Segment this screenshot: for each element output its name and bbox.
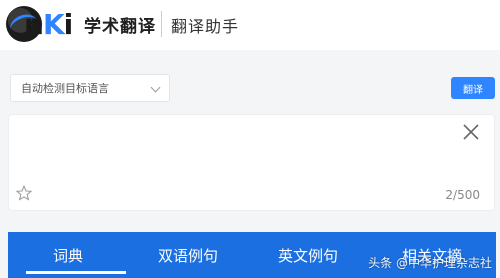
active-tab-indicator xyxy=(26,271,126,274)
close-icon[interactable] xyxy=(462,123,480,141)
translate-button[interactable]: 翻译 xyxy=(451,77,495,99)
tab-bilingual-examples[interactable]: 双语例句 xyxy=(128,232,248,278)
chevron-down-icon xyxy=(150,82,161,93)
language-select-value: 自动检测目标语言 xyxy=(21,82,109,95)
cnki-logo[interactable]: nKi xyxy=(6,4,73,44)
page-title: 翻译助手 xyxy=(171,17,240,36)
source-text-panel: 2/500 xyxy=(8,114,495,211)
logo-wordmark: nKi xyxy=(24,7,73,41)
watermark-text: 头条 @中华护理杂志社 xyxy=(368,256,492,270)
target-language-select[interactable]: 自动检测目标语言 xyxy=(10,74,170,102)
source-text-input[interactable] xyxy=(19,123,449,183)
app-header: nKi 学术翻译 翻译助手 xyxy=(0,0,500,50)
header-divider xyxy=(161,11,162,37)
tab-english-examples[interactable]: 英文例句 xyxy=(248,232,368,278)
star-icon[interactable] xyxy=(16,185,32,201)
app-name: 学术翻译 xyxy=(84,17,156,37)
character-count: 2/500 xyxy=(445,188,480,202)
